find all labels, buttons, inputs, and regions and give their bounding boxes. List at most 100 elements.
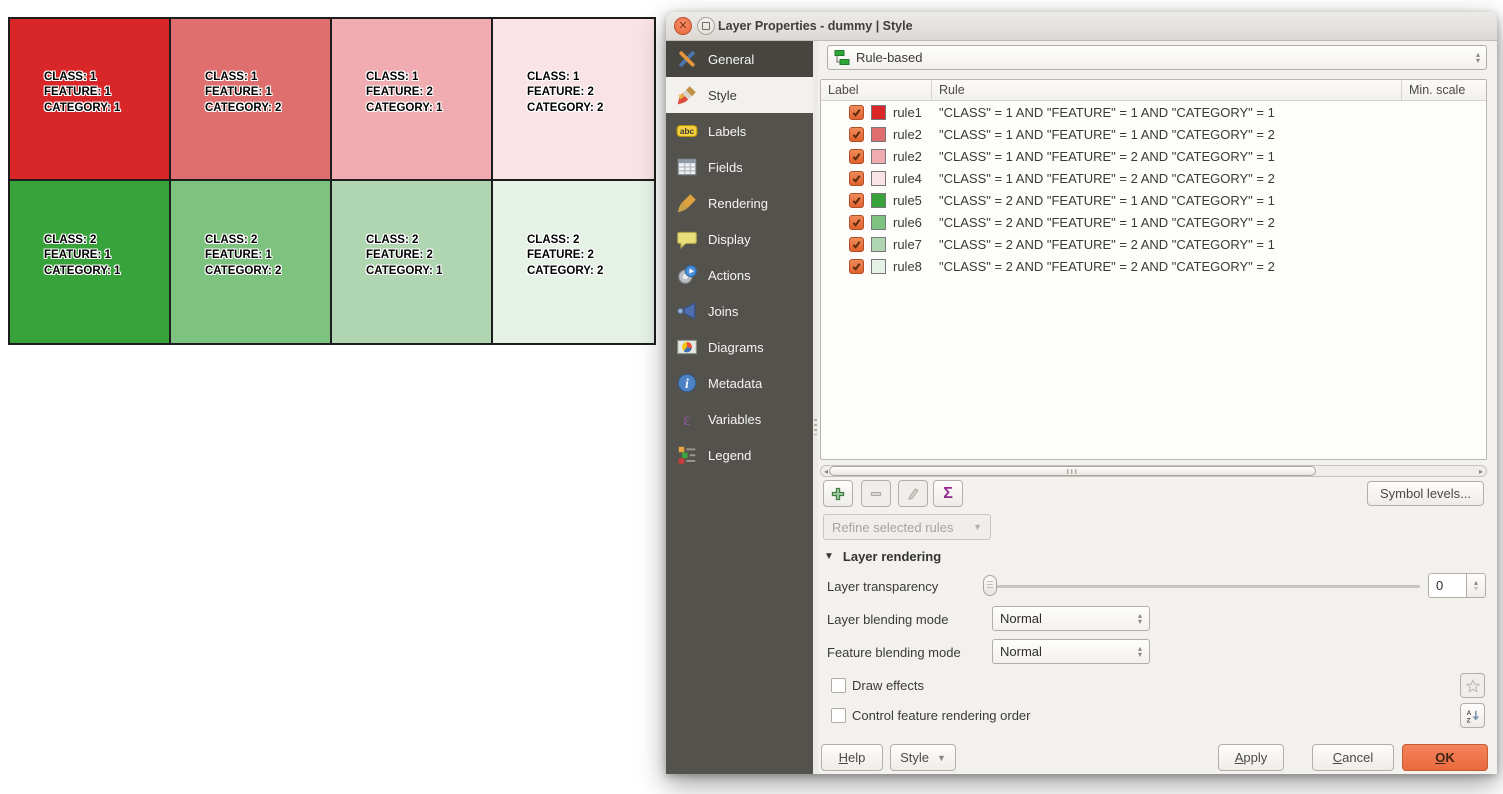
svg-text:Z: Z xyxy=(1466,717,1470,724)
combobox-spinner-icon[interactable]: ▴▾ xyxy=(1138,613,1142,625)
map-feature-cell[interactable]: CLASS: 1FEATURE: 1CATEGORY: 2 xyxy=(171,19,332,181)
cancel-button[interactable]: Cancel xyxy=(1312,744,1394,771)
sidebar-item-actions[interactable]: Actions xyxy=(666,257,813,293)
rule-checkbox[interactable] xyxy=(849,259,864,274)
transparency-spinbox[interactable]: 0 ▴▾ xyxy=(1428,573,1486,598)
draw-effects-checkbox[interactable] xyxy=(831,678,846,693)
sidebar-item-fields[interactable]: Fields xyxy=(666,149,813,185)
map-canvas[interactable]: CLASS: 1FEATURE: 1CATEGORY: 1 CLASS: 1FE… xyxy=(8,17,656,345)
control-order-checkbox[interactable] xyxy=(831,708,846,723)
labels-icon: abc xyxy=(676,120,698,142)
rule-checkbox[interactable] xyxy=(849,149,864,164)
rule-expression: "CLASS" = 1 AND "FEATURE" = 2 AND "CATEG… xyxy=(939,149,1275,164)
layer-blending-combobox[interactable]: Normal ▴▾ xyxy=(992,606,1150,631)
add-rule-button[interactable] xyxy=(823,480,853,507)
rule-expression: "CLASS" = 2 AND "FEATURE" = 1 AND "CATEG… xyxy=(939,215,1275,230)
sidebar-item-rendering[interactable]: Rendering xyxy=(666,185,813,221)
sidebar-item-labels[interactable]: abc Labels xyxy=(666,113,813,149)
rendering-order-button[interactable]: AZ xyxy=(1460,703,1485,728)
horizontal-scrollbar[interactable]: ◂ ▸ xyxy=(820,465,1487,477)
rule-row[interactable]: rule8 "CLASS" = 2 AND "FEATURE" = 2 AND … xyxy=(821,255,1486,277)
spinbox-arrows-icon[interactable]: ▴▾ xyxy=(1467,573,1486,598)
layer-properties-dialog: ✕ Layer Properties - dummy | Style Gener… xyxy=(666,12,1497,774)
combobox-spinner-icon[interactable]: ▴▾ xyxy=(1138,646,1142,658)
ok-button[interactable]: OK xyxy=(1402,744,1488,771)
titlebar[interactable]: ✕ Layer Properties - dummy | Style xyxy=(666,12,1497,41)
edit-rule-button[interactable] xyxy=(898,480,928,507)
map-feature-cell[interactable]: CLASS: 1FEATURE: 1CATEGORY: 1 xyxy=(10,19,171,181)
rule-color-swatch xyxy=(871,149,886,164)
sidebar-item-joins[interactable]: Joins xyxy=(666,293,813,329)
rules-tree: Label Rule Min. scale rule1 "CLASS" = 1 … xyxy=(820,79,1487,460)
rule-row[interactable]: rule7 "CLASS" = 2 AND "FEATURE" = 2 AND … xyxy=(821,233,1486,255)
rule-color-swatch xyxy=(871,127,886,142)
rule-checkbox[interactable] xyxy=(849,171,864,186)
rule-row[interactable]: rule2 "CLASS" = 1 AND "FEATURE" = 1 AND … xyxy=(821,123,1486,145)
close-icon[interactable]: ✕ xyxy=(674,17,692,35)
joins-icon xyxy=(676,300,698,322)
sidebar-item-variables[interactable]: ε Variables xyxy=(666,401,813,437)
rule-row[interactable]: rule5 "CLASS" = 2 AND "FEATURE" = 1 AND … xyxy=(821,189,1486,211)
style-panel: Rule-based ▴▾ Label Rule Min. scale rule… xyxy=(818,41,1497,774)
svg-text:ε: ε xyxy=(683,409,690,429)
map-feature-cell[interactable]: CLASS: 1FEATURE: 2CATEGORY: 1 xyxy=(332,19,493,181)
sidebar-item-general[interactable]: General xyxy=(666,41,813,77)
column-header-label[interactable]: Label xyxy=(821,80,931,100)
sidebar-item-metadata[interactable]: i Metadata xyxy=(666,365,813,401)
rule-row[interactable]: rule6 "CLASS" = 2 AND "FEATURE" = 1 AND … xyxy=(821,211,1486,233)
transparency-value[interactable]: 0 xyxy=(1428,573,1467,598)
rule-expression: "CLASS" = 1 AND "FEATURE" = 1 AND "CATEG… xyxy=(939,127,1275,142)
restore-icon[interactable] xyxy=(697,17,715,35)
rule-checkbox[interactable] xyxy=(849,127,864,142)
effects-options-button[interactable] xyxy=(1460,673,1485,698)
feature-label: CLASS: 1FEATURE: 2CATEGORY: 1 xyxy=(366,70,491,117)
sidebar-item-display[interactable]: Display xyxy=(666,221,813,257)
symbol-levels-button[interactable]: Symbol levels... xyxy=(1367,481,1484,506)
map-feature-cell[interactable]: CLASS: 1FEATURE: 2CATEGORY: 2 xyxy=(493,19,654,181)
sidebar-item-diagrams[interactable]: Diagrams xyxy=(666,329,813,365)
sidebar-item-legend[interactable]: Legend xyxy=(666,437,813,473)
rule-checkbox[interactable] xyxy=(849,237,864,252)
diagrams-icon xyxy=(676,336,698,358)
sidebar: General Style abc Labels Fields Renderin… xyxy=(666,41,813,774)
rule-expression: "CLASS" = 2 AND "FEATURE" = 2 AND "CATEG… xyxy=(939,259,1275,274)
rule-checkbox[interactable] xyxy=(849,193,864,208)
remove-rule-button[interactable] xyxy=(861,480,891,507)
column-header-min-scale[interactable]: Min. scale xyxy=(1401,80,1486,100)
rule-color-swatch xyxy=(871,237,886,252)
rule-expression: "CLASS" = 2 AND "FEATURE" = 2 AND "CATEG… xyxy=(939,237,1275,252)
column-header-rule[interactable]: Rule xyxy=(931,80,1401,100)
count-features-button[interactable]: Σ xyxy=(933,480,963,507)
transparency-slider[interactable] xyxy=(990,585,1420,588)
combobox-spinner-icon[interactable]: ▴▾ xyxy=(1476,52,1480,64)
sidebar-item-style[interactable]: Style xyxy=(666,77,818,113)
feature-label: CLASS: 2FEATURE: 2CATEGORY: 1 xyxy=(366,233,491,280)
map-feature-cell[interactable]: CLASS: 2FEATURE: 2CATEGORY: 1 xyxy=(332,181,493,343)
thumb-grip-icon xyxy=(1067,469,1079,474)
map-feature-cell[interactable]: CLASS: 2FEATURE: 2CATEGORY: 2 xyxy=(493,181,654,343)
transparency-slider-handle[interactable] xyxy=(983,575,997,596)
feature-blending-combobox[interactable]: Normal ▴▾ xyxy=(992,639,1150,664)
rule-row[interactable]: rule1 "CLASS" = 1 AND "FEATURE" = 1 AND … xyxy=(821,101,1486,123)
rules-table-header: Label Rule Min. scale xyxy=(821,80,1486,101)
rule-checkbox[interactable] xyxy=(849,105,864,120)
rule-row[interactable]: rule4 "CLASS" = 1 AND "FEATURE" = 2 AND … xyxy=(821,167,1486,189)
scrollbar-thumb[interactable] xyxy=(829,466,1316,476)
apply-button[interactable]: Apply xyxy=(1218,744,1284,771)
rule-color-swatch xyxy=(871,105,886,120)
rule-checkbox[interactable] xyxy=(849,215,864,230)
help-button[interactable]: Help xyxy=(821,744,883,771)
rule-color-swatch xyxy=(871,215,886,230)
layer-rendering-section-header[interactable]: ▼ Layer rendering xyxy=(824,549,941,564)
map-feature-cell[interactable]: CLASS: 2FEATURE: 1CATEGORY: 2 xyxy=(171,181,332,343)
renderer-type-combobox[interactable]: Rule-based ▴▾ xyxy=(827,45,1487,70)
sort-az-icon: AZ xyxy=(1465,708,1481,724)
svg-text:i: i xyxy=(685,376,689,391)
scroll-right-icon[interactable]: ▸ xyxy=(1479,466,1483,476)
variables-icon: ε xyxy=(676,408,698,430)
refine-selected-rules-dropdown[interactable]: Refine selected rules ▼ xyxy=(823,514,991,540)
scroll-left-icon[interactable]: ◂ xyxy=(824,466,828,476)
map-feature-cell[interactable]: CLASS: 2FEATURE: 1CATEGORY: 1 xyxy=(10,181,171,343)
rule-row[interactable]: rule2 "CLASS" = 1 AND "FEATURE" = 2 AND … xyxy=(821,145,1486,167)
style-menu-button[interactable]: Style▼ xyxy=(890,744,956,771)
